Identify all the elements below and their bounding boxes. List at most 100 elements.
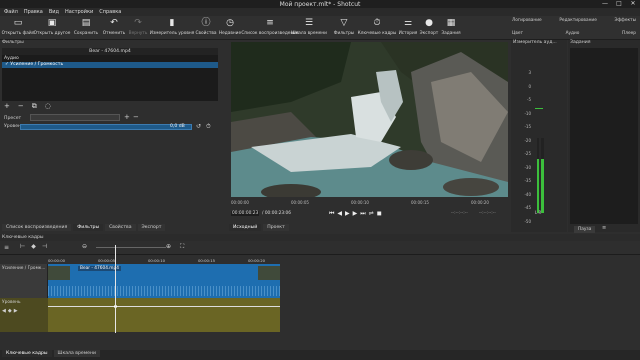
deselect-filter-icon[interactable]: ◌ <box>45 102 51 111</box>
preset-remove-icon[interactable]: − <box>133 113 139 121</box>
volume-icon[interactable]: ◼ <box>377 210 385 217</box>
level-keyframe-lane[interactable] <box>48 298 280 332</box>
tab-source[interactable]: Исходный <box>229 224 262 231</box>
layout-audio[interactable]: Аудио <box>566 31 580 36</box>
kf-prev-icon[interactable]: ⊢ <box>20 243 31 250</box>
reset-icon[interactable]: ↺ <box>196 123 201 130</box>
level-meter-button[interactable]: ▮ Измеритель уровня <box>150 18 195 36</box>
kf-next-icon[interactable]: ⊣ <box>42 243 53 250</box>
playlist-button[interactable]: ≡ Список воспроизведения <box>241 18 298 36</box>
folder-icon: ▭ <box>13 18 23 28</box>
preset-add-icon[interactable]: + <box>124 113 130 121</box>
filters-panel-title: Фильтры <box>2 40 24 45</box>
keyframe-toggle-icon[interactable]: ⏱ <box>206 123 211 131</box>
meter-scale-label: 0 <box>528 83 531 89</box>
meter-scale-label: -40 <box>524 191 531 197</box>
jobs-panel: Задания Пауза ≡ <box>568 40 640 233</box>
ruler-tick: 00:00:15 <box>198 258 216 263</box>
tab-keyframes[interactable]: Ключевые кадры <box>2 350 52 357</box>
level-slider[interactable] <box>20 124 192 130</box>
menu-bar: Файл Правка Вид Настройки Справка <box>0 8 640 16</box>
tab-project[interactable]: Проект <box>263 224 289 231</box>
close-button[interactable]: ✕ <box>626 0 640 8</box>
ruler-tick: 00:00:15 <box>411 200 429 205</box>
layout-logging[interactable]: Логирование <box>512 18 542 23</box>
out-point[interactable]: --:--:--:-- <box>479 211 496 216</box>
pause-button[interactable]: Пауза <box>574 226 596 233</box>
playhead[interactable] <box>115 245 116 333</box>
zoom-slider[interactable] <box>96 247 166 248</box>
menu-help[interactable]: Справка <box>99 9 121 15</box>
info-icon: ⓘ <box>201 18 211 28</box>
tab-export[interactable]: Экспорт <box>137 224 166 231</box>
maximize-button[interactable]: □ <box>612 0 626 8</box>
kf-add-icon[interactable]: ◆ <box>31 243 42 250</box>
menu-file[interactable]: Файл <box>4 9 18 15</box>
jobs-icon: ▦ <box>446 18 456 28</box>
loop-icon[interactable]: ⇌ <box>369 210 377 217</box>
menu-edit[interactable]: Правка <box>24 9 43 15</box>
kf-next-param-icon[interactable]: ▶ <box>14 308 20 314</box>
zoom-out-icon[interactable]: ⊖ <box>82 243 87 250</box>
meter-right-fill <box>541 158 544 213</box>
zoom-fit-icon[interactable]: ⛶ <box>180 243 184 251</box>
player-tabs: Исходный Проект <box>229 224 510 232</box>
add-filter-icon[interactable]: + <box>4 102 10 111</box>
preset-label: Пресет <box>4 116 22 121</box>
menu-settings[interactable]: Настройки <box>65 9 93 15</box>
meter-left-fill <box>537 158 539 213</box>
keyframes-button[interactable]: ⏱ Ключевые кадры <box>358 18 397 36</box>
player-ruler[interactable]: 00:00:00 00:00:05 00:00:10 00:00:15 00:0… <box>229 199 510 207</box>
jobs-list <box>570 48 638 224</box>
level-value[interactable]: 0,0 dB <box>170 124 185 129</box>
kf-nav-icons: ⊢◆⊣ <box>20 243 53 250</box>
minimize-button[interactable]: — <box>598 0 612 8</box>
preset-combo[interactable] <box>30 114 120 121</box>
clip-thumbnail-out <box>258 266 280 280</box>
timeline-button[interactable]: ☰ Шкала времени <box>291 18 327 36</box>
layout-editing[interactable]: Редактирование <box>559 18 597 23</box>
tab-playlist[interactable]: Список воспроизведения <box>2 224 72 231</box>
meter-scale-label: 3 <box>528 70 531 75</box>
layout-player[interactable]: Плеер <box>622 31 636 36</box>
remove-filter-icon[interactable]: − <box>18 102 24 111</box>
rewind-icon[interactable]: ◀ <box>337 210 345 217</box>
tab-timeline[interactable]: Шкала времени <box>53 350 100 357</box>
kf-menu-icon[interactable]: ≡ <box>4 244 9 251</box>
meter-scale-label: -20 <box>524 137 531 143</box>
filter-item-gain[interactable]: ✓ Усиление / Громкость <box>2 62 218 68</box>
window-controls: — □ ✕ <box>598 0 640 8</box>
audio-meter-panel: Измеритель ауд... 3 0 -5 -10 -15 -20 -25 -30 -35… <box>511 40 567 232</box>
video-frame-image <box>231 42 508 197</box>
open-file-button[interactable]: ▭ Открыть файл <box>1 18 35 36</box>
meter-scale-label: -50 <box>524 218 531 224</box>
clock-icon: ◷ <box>226 18 234 28</box>
tab-properties[interactable]: Свойства <box>105 224 136 231</box>
level-track-icons: ◀◆▶ <box>2 308 20 314</box>
meter-peak <box>535 108 543 109</box>
window-title: Мой проект.mlt* - Shotcut <box>279 0 361 8</box>
copy-filter-icon[interactable]: ⧉ <box>32 102 37 111</box>
jobs-button[interactable]: ▦ Задания <box>434 18 468 36</box>
jobs-menu-icon[interactable]: ≡ <box>602 225 606 231</box>
zoom-in-icon[interactable]: ⊕ <box>166 243 171 250</box>
track-header: Усиление / Громк... <box>0 264 48 298</box>
tab-filters[interactable]: Фильтры <box>73 224 104 231</box>
ruler-tick: 00:00:00 <box>231 200 249 205</box>
keyframes-toolbar: ≡ ⊢◆⊣ ⊖ ⊕ ⛶ <box>0 241 640 255</box>
video-preview[interactable] <box>231 42 508 197</box>
level-track-header: Уровень ◀◆▶ <box>0 298 48 332</box>
layout-color[interactable]: Цвет <box>512 31 523 36</box>
meter-scale-label: -15 <box>524 124 531 129</box>
filters-button[interactable]: ▽ Фильтры <box>327 18 361 36</box>
layout-effects[interactable]: Эффекты <box>615 18 636 23</box>
menu-view[interactable]: Вид <box>49 9 59 15</box>
open-other-button[interactable]: ▣ Открыть другое <box>34 18 71 36</box>
ruler-tick: 00:00:20 <box>471 200 489 205</box>
meter-scale-label: -35 <box>524 178 531 183</box>
skip-next-icon[interactable]: ⏭ <box>360 210 368 217</box>
clip[interactable]: Bear - 47604.mp4 <box>48 264 280 298</box>
in-point[interactable]: --:--:--:-- <box>451 211 468 216</box>
current-timecode[interactable]: 00:00:00:23 <box>231 211 260 216</box>
play-icon[interactable]: ▶ <box>345 210 353 217</box>
